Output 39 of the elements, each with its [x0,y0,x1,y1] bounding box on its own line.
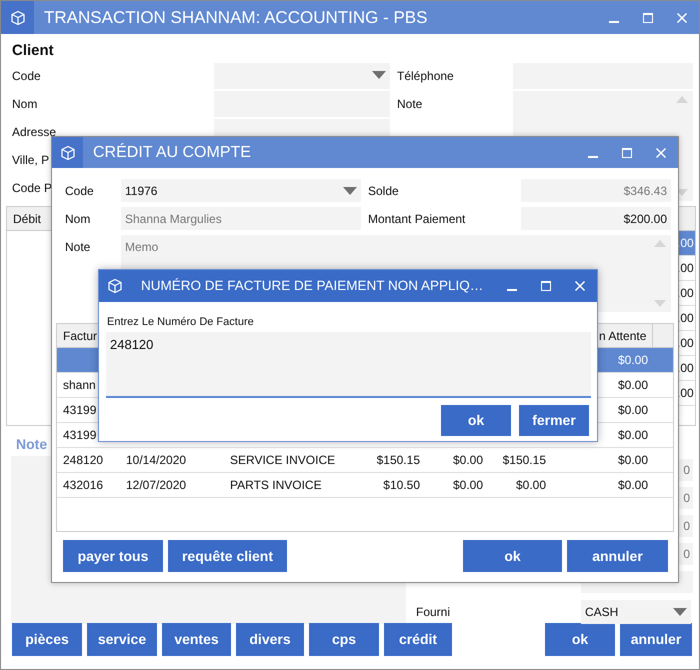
field-label: Note [65,238,92,256]
table-cell-text: $0.00 [514,477,547,494]
field-label: Nom [12,96,38,113]
field-label: Code [12,68,41,85]
window-title: CRÉDIT AU COMPTE [92,142,252,162]
table-cell-text: 248120 [62,452,104,469]
field-label: Ville, P [12,152,50,169]
table-cell-text: shann [62,377,97,394]
table-cell-text: $0.00 [616,402,649,419]
window-title: TRANSACTION SHANNAM: ACCOUNTING - PBS [43,6,428,29]
table-cell-text: PARTS INVOICE [229,477,323,494]
field-label: Code [65,182,95,200]
window-title: NUMÉRO DE FACTURE DE PAIEMENT NON APPLIQ… [140,276,484,295]
field-label: Téléphone [397,68,455,85]
table-cell-text: 12/07/2020 [125,477,188,494]
field-label: Montant Paiement [368,210,466,228]
table-cell-text: 10/14/2020 [125,452,188,469]
section-title: Client [12,41,54,60]
field-label: Solde [368,182,400,200]
table-cell-text: $0.00 [452,452,484,469]
field-label: Fourni [416,604,452,621]
table-cell-text: $0.00 [616,377,649,394]
table-cell-text: $0.00 [616,477,649,494]
field-label: Code P [12,180,52,197]
table-cell-text: SERVICE INVOICE [229,452,336,469]
table-cell-text: 43199 [62,402,98,419]
table-cell-text: 43199 [62,427,98,444]
section-title: Note [16,435,48,452]
field-label: Adresse [12,124,56,141]
table-cell-text: $0.00 [452,477,484,494]
table-cell-text: $150.15 [376,452,421,469]
table-cell-text: $0.00 [616,427,649,444]
table-cell-text: 432016 [62,477,104,494]
field-label: Nom [65,210,92,228]
table-cell-text: $150.15 [502,452,547,469]
field-label: Note [397,96,424,113]
table-cell-text: $0.00 [616,452,649,469]
table-cell-text: $10.50 [382,477,421,494]
table-cell-text: $0.00 [616,352,649,369]
